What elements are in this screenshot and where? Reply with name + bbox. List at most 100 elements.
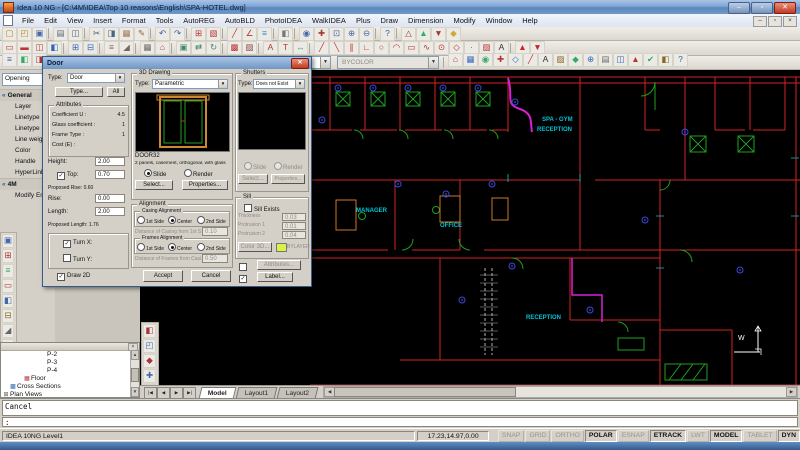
toolbar-icon[interactable]: ↶ [155, 27, 170, 41]
toolbar-icon[interactable]: A [263, 41, 278, 55]
toolbar-icon[interactable]: ▨ [242, 41, 257, 55]
toolbar-icon[interactable]: ◧ [47, 41, 62, 55]
tab-nav-button[interactable]: ▶ [170, 387, 183, 398]
toolbar-icon[interactable]: ∟ [359, 41, 374, 55]
dialog-titlebar[interactable]: Door ✕ [43, 57, 311, 69]
tree-item[interactable]: P-3 [1, 359, 139, 367]
menu-item[interactable]: View [62, 16, 88, 25]
all-button[interactable]: All [107, 87, 125, 97]
toolbar-icon[interactable]: ◫ [613, 53, 628, 67]
length-field[interactable]: 2.00 [95, 207, 125, 216]
menu-item[interactable]: Format [117, 16, 151, 25]
menu-item[interactable]: PhotoIDEA [260, 16, 307, 25]
toolbar-icon[interactable]: ▦ [140, 41, 155, 55]
toolbar-icon[interactable]: ∥ [344, 41, 359, 55]
door-type-dropdown[interactable]: Door▼ [67, 73, 125, 83]
toolbar-icon[interactable]: ✚ [143, 369, 156, 383]
rise-field[interactable]: 0.00 [95, 194, 125, 203]
toolbar-icon[interactable]: ◧ [17, 53, 32, 67]
toolbar-icon[interactable]: T [278, 41, 293, 55]
status-toggle[interactable]: TABLET [743, 430, 776, 442]
window-control-button[interactable]: ✕ [774, 2, 796, 14]
toolbar-icon[interactable]: ↷ [170, 27, 185, 41]
menu-item[interactable]: Tools [151, 16, 179, 25]
toolbar-icon[interactable] [222, 43, 226, 54]
toolbar-icon[interactable]: ▣ [32, 27, 47, 41]
toolbar-icon[interactable]: ⊡ [329, 27, 344, 41]
toolbar-icon[interactable] [48, 28, 52, 39]
horizontal-scrollbar[interactable]: ◀ ▶ [323, 386, 798, 398]
tree-item[interactable]: P-2 [1, 351, 139, 359]
toolbar-icon[interactable]: ↻ [206, 41, 221, 55]
toolbar-icon[interactable]: ◰ [17, 27, 32, 41]
toolbar-icon[interactable]: ▲ [628, 53, 643, 67]
toolbar-icon[interactable]: ⊟ [2, 309, 14, 323]
toolbar-icon[interactable]: ▩ [227, 41, 242, 55]
menu-item[interactable]: File [17, 16, 39, 25]
toolbar-icon[interactable]: ✚ [493, 53, 508, 67]
frames-1st-side-radio[interactable]: 1st Side [137, 243, 164, 252]
toolbar-icon[interactable]: ✚ [314, 27, 329, 41]
frames-center-radio[interactable]: Center [168, 243, 192, 252]
mdi-control-button[interactable]: ▫ [768, 16, 782, 27]
menu-item[interactable]: WalkIDEA [307, 16, 351, 25]
scroll-up-icon[interactable]: ▲ [131, 350, 139, 360]
toolbar-icon[interactable] [273, 28, 277, 39]
toolbar-icon[interactable]: ⊖ [359, 27, 374, 41]
toolbar-icon[interactable]: ◆ [143, 354, 156, 368]
scroll-right-icon[interactable]: ▶ [786, 387, 797, 397]
toolbar-icon[interactable]: ⊕ [344, 27, 359, 41]
toolbar-icon[interactable]: ≡ [104, 41, 119, 55]
toolbar-icon[interactable] [258, 43, 262, 54]
toolbar-icon[interactable]: △ [401, 27, 416, 41]
toolbar-icon[interactable]: ▧ [206, 27, 221, 41]
tree-item[interactable]: ▦Floor [1, 375, 139, 383]
toolbar-icon[interactable]: ✔ [643, 53, 658, 67]
toolbar-icon[interactable]: ⊙ [434, 41, 449, 55]
toolbar-icon[interactable]: ◨ [104, 27, 119, 41]
chevron-down-icon[interactable]: ▼ [428, 57, 438, 68]
toolbar-icon[interactable]: ╱ [314, 41, 329, 55]
toolbar-icon[interactable] [84, 28, 88, 39]
toolbar-icon[interactable]: ▭ [2, 279, 14, 293]
scroll-thumb[interactable] [131, 368, 139, 382]
menu-item[interactable]: Edit [39, 16, 62, 25]
toolbar-icon[interactable] [63, 43, 67, 54]
status-toggle[interactable]: MODEL [710, 430, 743, 442]
type-button[interactable]: Type... [55, 87, 103, 97]
label-checkbox[interactable] [239, 275, 249, 283]
toolbar-icon[interactable]: ? [673, 53, 688, 67]
menu-item[interactable]: Help [517, 16, 542, 25]
toolbar-icon[interactable]: ◠ [389, 41, 404, 55]
menu-item[interactable]: Plus [351, 16, 376, 25]
top-checkbox[interactable]: Top: [57, 172, 78, 180]
toolbar-icon[interactable] [99, 43, 103, 54]
tab-nav-button[interactable]: ◀ [157, 387, 170, 398]
toolbar-icon[interactable]: ╱ [227, 27, 242, 41]
toolbar-icon[interactable] [294, 28, 298, 39]
toolbar-icon[interactable]: ⌂ [155, 41, 170, 55]
toolbar-icon[interactable]: ◢ [119, 41, 134, 55]
toolbar-icon[interactable] [510, 43, 514, 54]
toolbar-icon[interactable]: ◆ [446, 27, 461, 41]
toolbar-icon[interactable]: ◰ [143, 339, 156, 353]
toolbar-icon[interactable]: ◢ [2, 324, 14, 338]
casing-2nd-side-radio[interactable]: 2nd Side [197, 216, 226, 225]
casing-1st-side-radio[interactable]: 1st Side [137, 216, 164, 225]
toolbar-icon[interactable] [135, 43, 139, 54]
toolbar-icon[interactable] [171, 43, 175, 54]
toolbar-icon[interactable] [375, 28, 379, 39]
toolbar-icon[interactable]: ╲ [329, 41, 344, 55]
toolbar-icon[interactable]: ∿ [419, 41, 434, 55]
toolbar-icon[interactable]: ◧ [658, 53, 673, 67]
toolbar-icon[interactable]: ▭ [404, 41, 419, 55]
toolbar-icon[interactable]: ○ [374, 41, 389, 55]
toolbar-icon[interactable]: ▢ [2, 27, 17, 41]
attributes-checkbox[interactable] [239, 263, 249, 272]
toolbar-icon[interactable] [186, 28, 190, 39]
command-input[interactable]: : [2, 417, 798, 427]
frames-2nd-side-radio[interactable]: 2nd Side [197, 243, 226, 252]
toolbar-icon[interactable]: ⊕ [583, 53, 598, 67]
toolbar-icon[interactable]: ✂ [89, 27, 104, 41]
toolbar-icon[interactable]: ◫ [68, 27, 83, 41]
